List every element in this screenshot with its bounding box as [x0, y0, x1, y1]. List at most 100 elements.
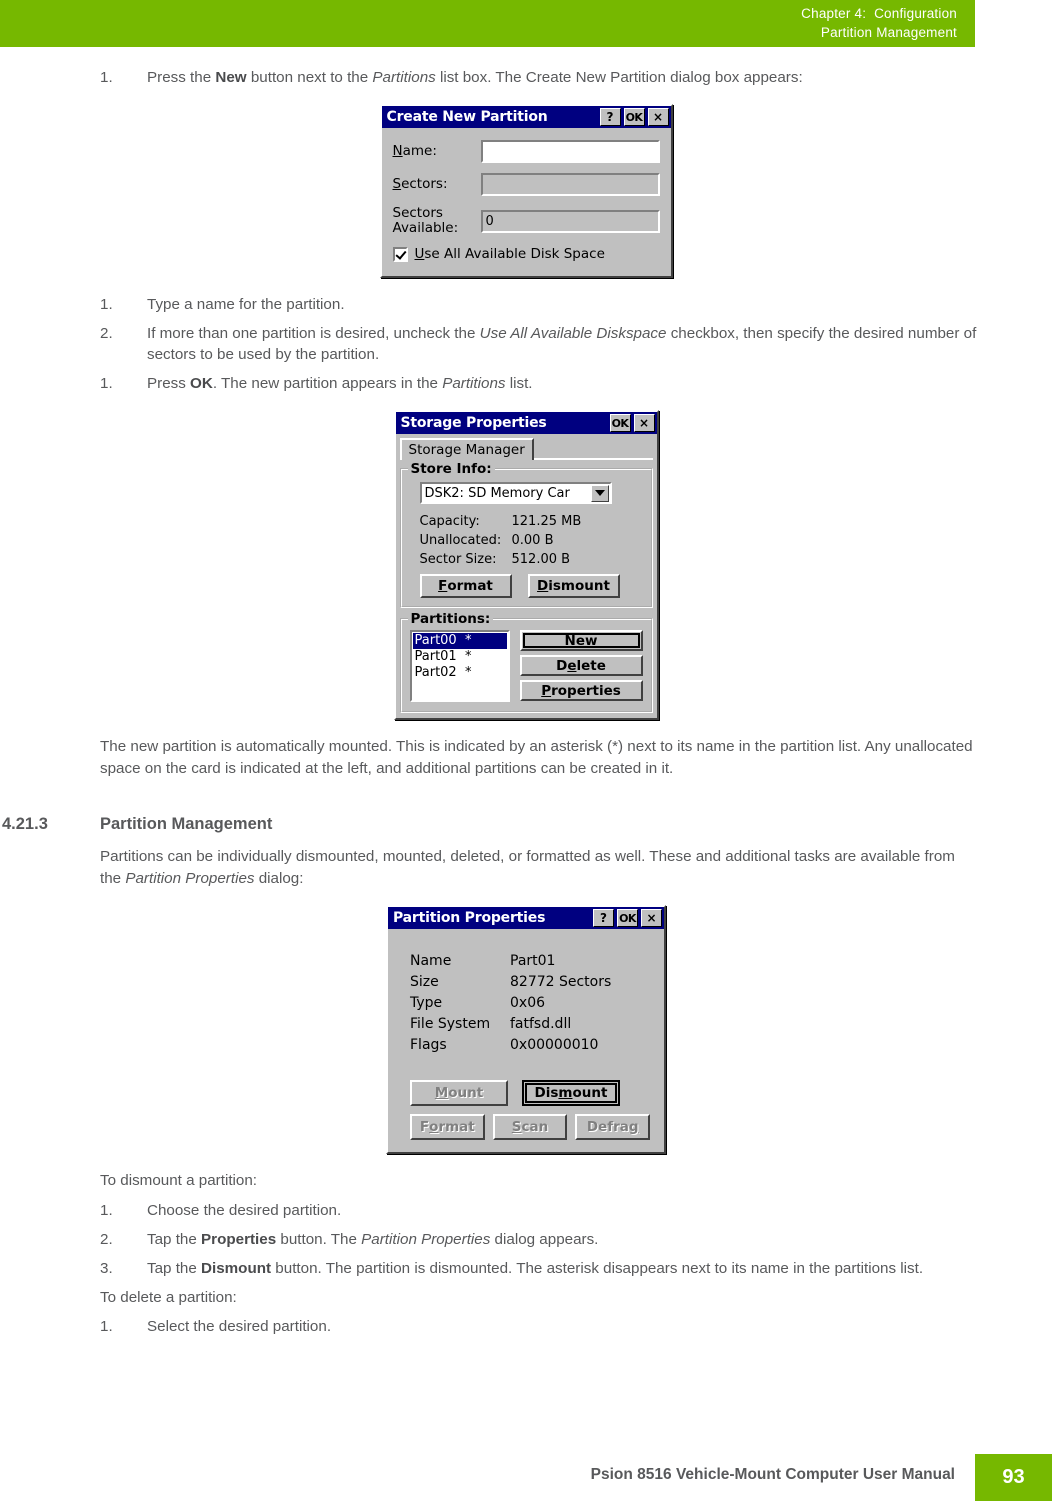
- section-intro-paragraph: Partitions can be individually dismounte…: [100, 848, 955, 887]
- detail-row-name: Name Part01: [410, 951, 650, 972]
- step-number: 1.: [100, 375, 113, 392]
- store-info-rows: Capacity: 121.25 MB Unallocated: 0.00 B …: [410, 512, 643, 569]
- ok-button[interactable]: OK: [609, 414, 631, 432]
- step-press-ok: 1. Press OK. The new partition appears i…: [0, 373, 1052, 394]
- detail-row-size: Size 82772 Sectors: [410, 972, 650, 993]
- list-item[interactable]: Part01 *: [413, 649, 507, 665]
- page-number: 93: [975, 1454, 1052, 1501]
- detail-row-flags: Flags 0x00000010: [410, 1035, 650, 1056]
- delete-heading: To delete a partition:: [100, 1288, 237, 1306]
- page-footer: Psion 8516 Vehicle-Mount Computer User M…: [0, 1454, 1052, 1501]
- step-type-name: 1. Type a name for the partition.: [0, 294, 1052, 315]
- detail-value: 82772 Sectors: [510, 974, 612, 990]
- partitions-title: Partitions:: [407, 611, 494, 627]
- create-new-partition-dialog: Create New Partition ? OK × Name: Sector…: [379, 104, 673, 278]
- mount-button[interactable]: Mount: [410, 1080, 508, 1106]
- sectors-input[interactable]: [480, 173, 660, 196]
- info-row-capacity: Capacity: 121.25 MB: [420, 512, 643, 531]
- info-value: 512.00 B: [511, 552, 571, 567]
- partition-detail-rows: Name Part01 Size 82772 Sectors Type 0x06…: [410, 951, 650, 1056]
- header-section-line: Partition Management: [820, 25, 957, 40]
- step-number: 2.: [100, 325, 113, 342]
- mount-dismount-row: Mount Dis m ount: [410, 1080, 650, 1106]
- help-button[interactable]: ?: [599, 108, 621, 126]
- info-key: Capacity:: [419, 514, 480, 529]
- tabstrip-filler: [533, 456, 653, 460]
- paragraph-auto-mounted: The new partition is automatically mount…: [100, 738, 973, 777]
- dismount-heading: To dismount a partition:: [100, 1172, 258, 1189]
- storage-properties-dialog-wrap: Storage Properties OK × Storage Manager …: [0, 410, 1052, 720]
- dismount-button[interactable]: Dismount: [527, 574, 620, 598]
- list-item[interactable]: Part02 *: [413, 665, 507, 681]
- tab-storage-manager[interactable]: Storage Manager: [399, 438, 534, 460]
- dismount-step-1: 1. Choose the desired partition.: [0, 1200, 1052, 1221]
- info-value: 121.25 MB: [511, 514, 582, 529]
- ok-button[interactable]: OK: [617, 909, 638, 927]
- chevron-down-icon[interactable]: [590, 484, 609, 502]
- detail-row-type: Type 0x06: [410, 993, 650, 1014]
- step-uncheck-diskspace: 2. If more than one partition is desired…: [0, 323, 1052, 365]
- use-all-disk-space-checkbox[interactable]: [392, 247, 408, 262]
- name-field-row: Name:: [393, 140, 660, 163]
- dismount-button[interactable]: Dismount: [522, 1080, 620, 1106]
- step-number: 1.: [100, 1201, 113, 1219]
- use-all-disk-space-label: Use All Available Disk Space: [414, 246, 605, 262]
- ok-button[interactable]: OK: [623, 108, 645, 126]
- page-content: 1. Press the New button next to the Part…: [0, 47, 1052, 1337]
- new-button[interactable]: New: [519, 630, 643, 651]
- detail-key: Flags: [410, 1037, 447, 1053]
- page-header: Chapter 4: Configuration Partition Manag…: [0, 0, 975, 47]
- step-number: 1.: [100, 1318, 113, 1335]
- step-text: Type a name for the partition.: [147, 296, 345, 313]
- use-all-disk-space-checkbox-row[interactable]: Use All Available Disk Space: [392, 246, 660, 262]
- partitions-listbox[interactable]: Part00 * Part01 * Part02 *: [409, 630, 510, 702]
- dialog-title-bar: Create New Partition ? OK ×: [381, 106, 671, 128]
- sectors-field-row: Sectors:: [393, 173, 660, 196]
- close-icon[interactable]: ×: [647, 108, 669, 126]
- store-select[interactable]: DSK2: SD Memory Car: [419, 482, 612, 504]
- new-button-ref: New: [215, 69, 247, 86]
- dialog-body: Name: Sectors: Sectors Available: 0 Use …: [382, 128, 671, 276]
- info-row-sector-size: Sector Size: 512.00 B: [420, 550, 643, 569]
- step-text: If more than one partition is desired, u…: [147, 325, 977, 363]
- partitions-row: Part00 * Part01 * Part02 * New De lete Pr…: [409, 630, 643, 702]
- dialog-title: Create New Partition: [386, 109, 548, 125]
- footer-manual-title: Psion 8516 Vehicle-Mount Computer User M…: [590, 1466, 955, 1483]
- partition-properties-dialog: Partition Properties ? OK × Name Part01 …: [386, 905, 666, 1154]
- scan-button[interactable]: Scan: [492, 1114, 568, 1140]
- detail-key: Name: [410, 953, 452, 969]
- detail-key: Size: [410, 974, 439, 990]
- info-key: Unallocated:: [419, 533, 502, 548]
- detail-value: 0x06: [510, 995, 546, 1011]
- close-icon[interactable]: ×: [641, 909, 662, 927]
- format-button[interactable]: Format: [419, 574, 512, 598]
- create-new-partition-dialog-wrap: Create New Partition ? OK × Name: Sector…: [0, 104, 1052, 278]
- step-text: Choose the desired partition.: [147, 1201, 342, 1219]
- detail-value: Part01: [510, 953, 556, 969]
- dialog-title: Partition Properties: [393, 910, 546, 926]
- properties-button[interactable]: Properties: [519, 680, 643, 701]
- delete-button[interactable]: De lete: [519, 655, 643, 676]
- dismount-ref: Dismount: [201, 1259, 272, 1277]
- info-key: Sector Size:: [419, 552, 497, 567]
- sectors-label: Sectors:: [392, 176, 448, 192]
- detail-row-file-system: File System fatfsd.dll: [410, 1014, 650, 1035]
- step-text: Tap the Dismount button. The partition i…: [147, 1259, 924, 1277]
- close-icon[interactable]: ×: [633, 414, 655, 432]
- info-row-unallocated: Unallocated: 0.00 B: [420, 531, 643, 550]
- store-select-value: DSK2: SD Memory Car: [424, 485, 570, 501]
- store-info-title: Store Info:: [407, 461, 495, 477]
- partitions-ref: Partitions: [372, 69, 436, 86]
- name-input[interactable]: [480, 140, 660, 163]
- dialog-title: Storage Properties: [400, 415, 547, 431]
- partition-properties-dialog-wrap: Partition Properties ? OK × Name Part01 …: [0, 905, 1052, 1154]
- defrag-button[interactable]: Defra g: [575, 1114, 651, 1140]
- step-text: Select the desired partition.: [147, 1318, 332, 1335]
- list-item[interactable]: Part00 *: [412, 633, 507, 649]
- header-chapter-line: Chapter 4: Configuration: [801, 6, 957, 21]
- delete-step-1: 1. Select the desired partition.: [0, 1316, 1052, 1337]
- detail-value: fatfsd.dll: [510, 1016, 572, 1032]
- dialog-body: Storage Manager Store Info: DSK2: SD Mem…: [396, 434, 657, 718]
- format-button[interactable]: Format: [410, 1114, 485, 1140]
- help-button[interactable]: ?: [593, 909, 614, 927]
